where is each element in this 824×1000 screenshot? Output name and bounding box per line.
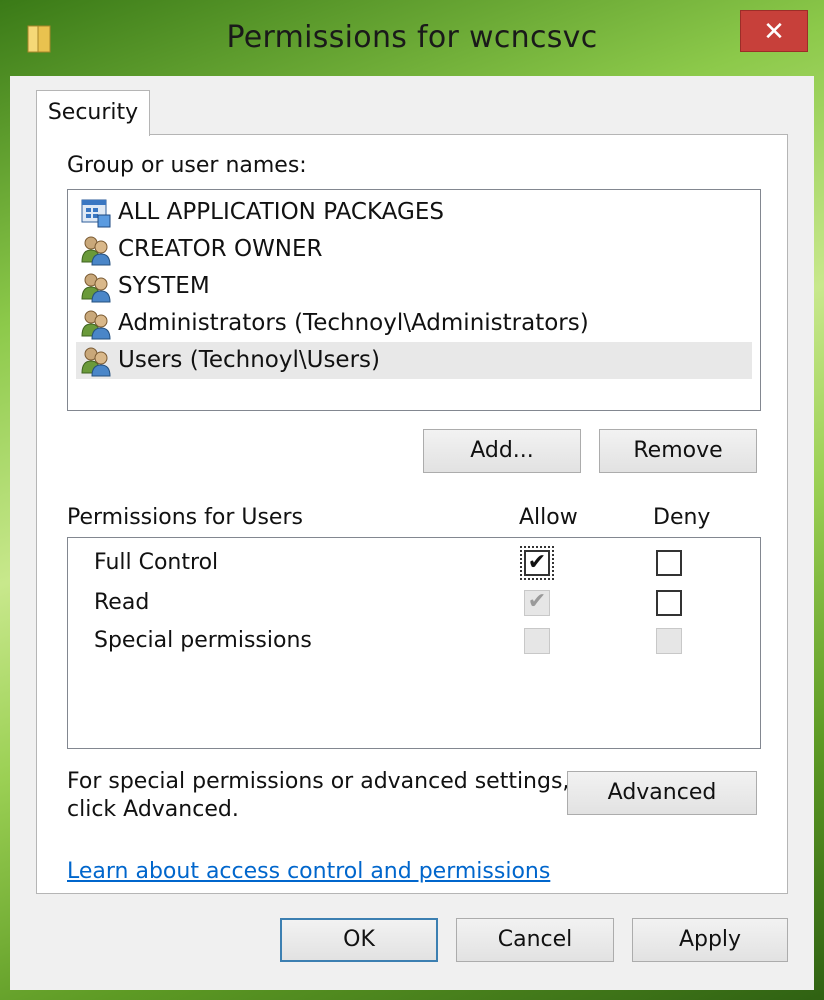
apply-button[interactable]: Apply [632,918,788,962]
users-group-icon [81,347,111,377]
app-packages-icon [81,199,111,228]
users-group-icon [81,310,111,340]
advanced-hint-line2: click Advanced. [67,797,239,822]
list-item-selected[interactable]: Users (Technoyl\Users) [76,342,752,379]
list-item[interactable]: SYSTEM [76,268,752,305]
list-item[interactable]: ALL APPLICATION PACKAGES [76,194,752,231]
special-allow-checkbox [524,628,550,654]
close-button[interactable]: ✕ [740,10,808,52]
advanced-button[interactable]: Advanced [567,771,757,815]
deny-column-header: Deny [653,505,711,530]
list-item-label: ALL APPLICATION PACKAGES [118,199,444,225]
list-item-label: Users (Technoyl\Users) [118,347,380,373]
allow-column-header: Allow [519,505,578,530]
permission-label-read: Read [94,590,150,615]
dialog-client-area: Security Group or user names: ALL APPLIC… [10,76,814,990]
window-title: Permissions for wcncsvc [226,20,598,55]
permissions-for-users-label: Permissions for Users [67,505,303,530]
list-item[interactable]: CREATOR OWNER [76,231,752,268]
cancel-button[interactable]: Cancel [456,918,614,962]
list-item-label: SYSTEM [118,273,210,299]
remove-button[interactable]: Remove [599,429,757,473]
list-item[interactable]: Administrators (Technoyl\Administrators) [76,305,752,342]
group-or-user-names-label: Group or user names: [67,153,307,178]
advanced-hint-line1: For special permissions or advanced sett… [67,769,570,794]
tab-security[interactable]: Security [36,90,150,136]
permission-label-special: Special permissions [94,628,312,653]
title-bar[interactable]: Permissions for wcncsvc ✕ [0,0,824,80]
special-deny-checkbox [656,628,682,654]
read-deny-checkbox[interactable] [656,590,682,616]
permissions-listbox: Full Control ✔ Read ✔ Special permission… [67,537,761,749]
add-button[interactable]: Add... [423,429,581,473]
full-control-deny-checkbox[interactable] [656,550,682,576]
full-control-allow-checkbox[interactable]: ✔ [520,546,554,580]
users-group-icon [81,273,111,303]
list-item-label: Administrators (Technoyl\Administrators) [118,310,589,336]
list-item-label: CREATOR OWNER [118,236,323,262]
permissions-window: Permissions for wcncsvc ✕ Security Group… [0,0,824,1000]
access-control-help-link[interactable]: Learn about access control and permissio… [67,859,550,884]
ok-button[interactable]: OK [280,918,438,962]
security-tab-panel: Group or user names: ALL APPLICATION PAC… [36,134,788,894]
read-allow-checkbox: ✔ [524,590,550,616]
group-user-listbox[interactable]: ALL APPLICATION PACKAGES CREATOR OWNER S… [67,189,761,411]
permission-label-full-control: Full Control [94,550,219,575]
users-group-icon [81,236,111,266]
